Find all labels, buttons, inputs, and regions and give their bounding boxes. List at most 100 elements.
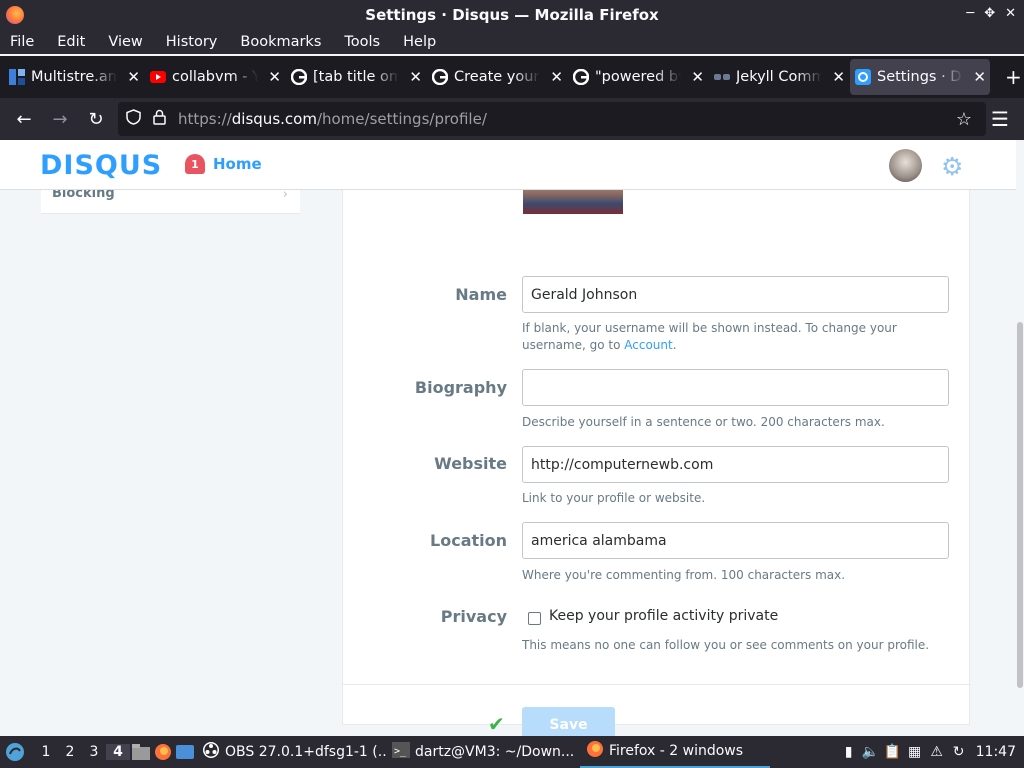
tab-label: Settings · Disqus bbox=[877, 69, 963, 85]
scrollbar-thumb[interactable] bbox=[1017, 322, 1023, 688]
notification-icon[interactable]: ⚠ bbox=[926, 741, 948, 763]
tab-google-search[interactable]: [tab title omitted] ✕ bbox=[286, 59, 426, 95]
close-tab-icon[interactable]: ✕ bbox=[127, 68, 140, 86]
profile-settings-card: Name Gerald Johnson If blank, your usern… bbox=[342, 180, 971, 736]
menu-view[interactable]: View bbox=[108, 34, 142, 50]
new-tab-icon[interactable]: + bbox=[1005, 65, 1022, 89]
clipboard-icon[interactable]: ▮ bbox=[838, 741, 860, 763]
maximize-icon[interactable]: ✥ bbox=[984, 6, 995, 21]
firefox-icon bbox=[586, 740, 604, 762]
terminal-icon: >_ bbox=[392, 742, 410, 762]
biography-field[interactable] bbox=[522, 369, 949, 406]
bookmark-star-icon[interactable]: ☆ bbox=[956, 109, 972, 130]
hamburger-menu-icon[interactable]: ☰ bbox=[982, 101, 1018, 137]
save-button[interactable]: Save bbox=[522, 707, 615, 736]
taskbar-item-firefox[interactable]: Firefox - 2 windows bbox=[580, 736, 770, 768]
close-tab-icon[interactable]: ✕ bbox=[409, 68, 422, 86]
website-field[interactable]: http://computernewb.com bbox=[522, 446, 949, 483]
workspace-1[interactable]: 1 bbox=[34, 744, 58, 760]
disqus-header: DISQUS 1 Home ⚙ bbox=[0, 140, 1016, 190]
taskbar-item-obs[interactable]: OBS 27.0.1+dfsg1-1 (... bbox=[196, 736, 386, 768]
close-tab-icon[interactable]: ✕ bbox=[973, 68, 986, 86]
disqus-icon bbox=[854, 69, 871, 86]
location-field[interactable]: america alambama bbox=[522, 522, 949, 559]
notification-badge: 1 bbox=[185, 154, 205, 174]
youtube-icon bbox=[149, 69, 166, 86]
page-content: Blocking › Name Gerald Johnson If blank,… bbox=[0, 140, 1024, 736]
privacy-checkbox[interactable] bbox=[528, 612, 541, 625]
workspace-4[interactable]: 4 bbox=[106, 744, 130, 760]
avatar[interactable] bbox=[889, 149, 922, 182]
menu-help[interactable]: Help bbox=[403, 34, 436, 50]
close-icon[interactable]: ✕ bbox=[1005, 6, 1016, 21]
menu-history[interactable]: History bbox=[166, 34, 218, 50]
window-titlebar: Settings · Disqus — Mozilla Firefox ─ ✥ … bbox=[0, 0, 1024, 30]
navigation-toolbar: ← → ↻ https://disqus.com/home/settings/p… bbox=[0, 98, 1024, 140]
google-icon bbox=[431, 69, 448, 86]
firefox-icon bbox=[6, 6, 24, 24]
google-icon bbox=[290, 69, 307, 86]
workspace-3[interactable]: 3 bbox=[82, 744, 106, 760]
reload-icon[interactable]: ↻ bbox=[78, 101, 114, 137]
clock[interactable]: 11:47 bbox=[976, 744, 1016, 760]
tab-label: Jekyll Comm bbox=[736, 69, 822, 85]
obs-icon bbox=[202, 741, 220, 763]
menu-tools[interactable]: Tools bbox=[344, 34, 380, 50]
volume-icon[interactable]: 🔈 bbox=[860, 741, 882, 763]
location-label: Location bbox=[430, 531, 507, 550]
tab-label: collabvm - YouTube bbox=[172, 69, 258, 85]
start-menu-icon[interactable] bbox=[4, 741, 26, 763]
home-link[interactable]: 1 Home bbox=[185, 154, 262, 174]
close-tab-icon[interactable]: ✕ bbox=[832, 68, 845, 86]
page-scrollbar[interactable] bbox=[1016, 140, 1024, 736]
privacy-checkbox-label[interactable]: Keep your profile activity private bbox=[549, 608, 778, 624]
tab-create-your[interactable]: Create your ✕ bbox=[427, 59, 567, 95]
tab-label: Create your bbox=[454, 69, 540, 85]
disqus-logo[interactable]: DISQUS bbox=[40, 150, 162, 181]
jekyll-icon bbox=[713, 69, 730, 86]
menu-bookmarks[interactable]: Bookmarks bbox=[240, 34, 321, 50]
close-tab-icon[interactable]: ✕ bbox=[691, 68, 704, 86]
update-icon[interactable]: ↻ bbox=[948, 741, 970, 763]
show-desktop-icon[interactable] bbox=[174, 741, 196, 763]
tab-jekyll[interactable]: Jekyll Comm ✕ bbox=[709, 59, 849, 95]
tab-label: "powered by bbox=[595, 69, 681, 85]
workspace-2[interactable]: 2 bbox=[58, 744, 82, 760]
tab-disqus-settings[interactable]: Settings · Disqus ✕ bbox=[850, 59, 990, 95]
tab-youtube[interactable]: collabvm - YouTube ✕ bbox=[145, 59, 285, 95]
name-field[interactable]: Gerald Johnson bbox=[522, 276, 949, 313]
menu-bar: File Edit View History Bookmarks Tools H… bbox=[0, 30, 1024, 54]
gear-icon[interactable]: ⚙ bbox=[941, 152, 963, 181]
account-link[interactable]: Account bbox=[624, 338, 672, 352]
file-manager-icon[interactable] bbox=[130, 741, 152, 763]
website-help: Link to your profile or website. bbox=[522, 491, 706, 505]
menu-file[interactable]: File bbox=[10, 34, 34, 50]
multistream-icon bbox=[8, 69, 25, 86]
window-title: Settings · Disqus — Mozilla Firefox bbox=[365, 6, 659, 24]
menu-edit[interactable]: Edit bbox=[57, 34, 85, 50]
url-scheme: https:// bbox=[178, 110, 232, 128]
privacy-help: This means no one can follow you or see … bbox=[522, 638, 930, 652]
location-help: Where you're commenting from. 100 charac… bbox=[522, 568, 846, 582]
tracking-shield-icon[interactable] bbox=[126, 109, 141, 129]
tab-label: [tab title omitted] bbox=[313, 69, 399, 85]
close-tab-icon[interactable]: ✕ bbox=[268, 68, 281, 86]
forward-icon[interactable]: → bbox=[42, 101, 78, 137]
close-tab-icon[interactable]: ✕ bbox=[550, 68, 563, 86]
taskbar-item-terminal[interactable]: >_ dartz@VM3: ~/Down... bbox=[386, 736, 580, 768]
url-bar[interactable]: https://disqus.com/home/settings/profile… bbox=[118, 102, 986, 136]
network-icon[interactable]: ▦ bbox=[904, 741, 926, 763]
tab-label: Multistre.am bbox=[31, 69, 117, 85]
name-label: Name bbox=[455, 285, 507, 304]
tab-powered-by[interactable]: "powered by ✕ bbox=[568, 59, 708, 95]
lock-icon[interactable] bbox=[153, 109, 166, 129]
url-path: /home/settings/profile/ bbox=[316, 110, 487, 128]
svg-text:>_: >_ bbox=[394, 746, 407, 757]
url-host: disqus.com bbox=[231, 110, 317, 128]
back-icon[interactable]: ← bbox=[6, 101, 42, 137]
minimize-icon[interactable]: ─ bbox=[966, 6, 974, 21]
google-icon bbox=[572, 69, 589, 86]
tab-multistream[interactable]: Multistre.am ✕ bbox=[4, 59, 144, 95]
notes-icon[interactable]: 📋 bbox=[882, 741, 904, 763]
firefox-launcher-icon[interactable] bbox=[152, 741, 174, 763]
